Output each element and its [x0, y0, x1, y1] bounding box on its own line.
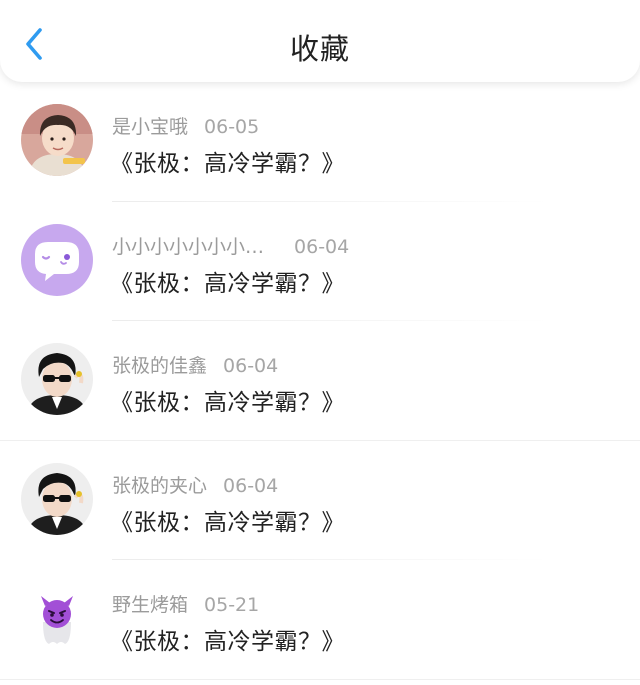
page-title: 收藏 [289, 32, 350, 66]
item-meta: 小小小小小小小… 06-04 [112, 232, 349, 259]
item-meta: 野生烤箱 05-21 [112, 590, 259, 617]
favorite-item[interactable]: 野生烤箱 05-21 《张极：高冷学霸？》 [0, 560, 640, 680]
item-meta: 张极的夹心 06-04 [112, 471, 278, 498]
timestamp: 06-04 [223, 474, 279, 497]
article-title[interactable]: 《张极：高冷学霸？》 [110, 264, 345, 298]
favorite-item[interactable]: 是小宝哦 06-05 《张极：高冷学霸？》 [0, 82, 640, 202]
favorite-item[interactable]: 张极的佳鑫 06-04 《张极：高冷学霸？》 [0, 321, 640, 441]
article-title[interactable]: 《张极：高冷学霸？》 [110, 383, 345, 417]
avatar[interactable] [21, 462, 93, 535]
item-meta: 张极的佳鑫 06-04 [112, 351, 278, 378]
child-avatar-icon [21, 104, 93, 176]
avatar[interactable] [21, 343, 93, 415]
timestamp: 05-21 [204, 594, 260, 616]
favorite-item[interactable]: 小小小小小小小… 06-04 《张极：高冷学霸？》 [0, 202, 640, 321]
article-title[interactable]: 《张极：高冷学霸？》 [110, 503, 345, 537]
favorites-list: 是小宝哦 06-05 《张极：高冷学霸？》 小小小小小小小… 06-04 《张极：高… [0, 82, 640, 680]
username[interactable]: 野生烤箱 [112, 594, 188, 616]
username[interactable]: 张极的佳鑫 [112, 355, 207, 377]
timestamp: 06-04 [223, 355, 279, 377]
username[interactable]: 是小宝哦 [112, 116, 188, 138]
devil-ghost-avatar-icon [21, 582, 93, 654]
article-title[interactable]: 《张极：高冷学霸？》 [110, 622, 345, 656]
sunglasses-avatar-icon [21, 343, 93, 415]
item-meta: 是小宝哦 06-05 [112, 112, 259, 139]
timestamp: 06-05 [204, 116, 260, 138]
avatar[interactable] [21, 223, 93, 296]
divider [0, 678, 640, 680]
avatar[interactable] [21, 582, 93, 654]
username[interactable]: 张极的夹心 [112, 475, 207, 497]
chat-bubble-avatar-icon [21, 223, 93, 296]
favorite-item[interactable]: 张极的夹心 06-04 《张极：高冷学霸？》 [0, 441, 640, 560]
sunglasses-avatar-icon [21, 462, 93, 535]
username[interactable]: 小小小小小小小… [112, 236, 264, 258]
navigation-bar: 收藏 [0, 0, 640, 82]
avatar[interactable] [21, 104, 93, 176]
timestamp: 06-04 [294, 235, 350, 258]
article-title[interactable]: 《张极：高冷学霸？》 [110, 144, 345, 178]
